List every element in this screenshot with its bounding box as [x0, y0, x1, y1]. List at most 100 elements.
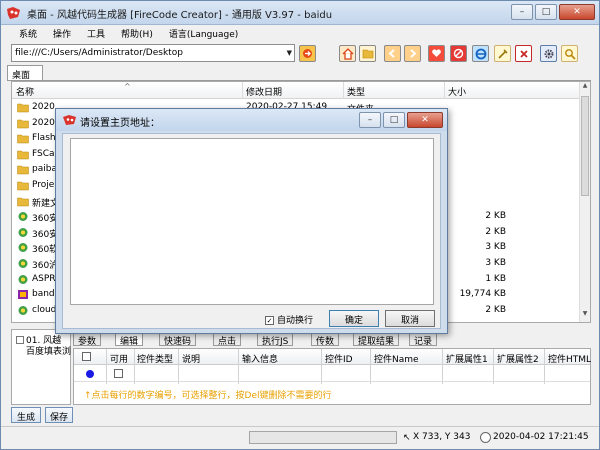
progress-bar	[249, 431, 397, 444]
address-dropdown-icon[interactable]: ▼	[287, 49, 292, 57]
folder-icon	[17, 103, 29, 113]
col-desc[interactable]: 说明	[182, 352, 200, 365]
col-control-id[interactable]: 控件ID	[325, 352, 353, 365]
current-row-indicator-icon	[86, 370, 94, 378]
app-logo-icon	[63, 115, 76, 125]
favorites-icon[interactable]	[428, 45, 445, 62]
grid-row[interactable]	[74, 366, 590, 382]
app-logo-icon	[7, 7, 20, 19]
app-icon	[18, 290, 28, 300]
file-size: 3 KB	[485, 242, 506, 253]
folder-icon	[17, 166, 29, 175]
menu-operation[interactable]: 操作	[45, 27, 79, 40]
file-size: 1 KB	[485, 273, 506, 284]
window-title: 桌面 - 风越代码生成器 [FireCode Creator] - 通用版 V3…	[27, 10, 333, 21]
col-html[interactable]: 控件HTML	[548, 352, 591, 365]
file-list-scrollbar[interactable]: ▲ ▼	[579, 82, 590, 322]
scroll-down-icon[interactable]: ▼	[580, 310, 590, 322]
address-input[interactable]: file:///C:/Users/Administrator/Desktop ▼	[11, 44, 295, 62]
ie-browser-icon[interactable]	[472, 45, 489, 62]
back-icon[interactable]	[384, 45, 401, 62]
generate-button[interactable]: 生成	[11, 407, 41, 423]
col-size[interactable]: 大小	[448, 85, 466, 98]
col-modified[interactable]: 修改日期	[246, 85, 282, 98]
col-type[interactable]: 类型	[347, 85, 365, 98]
col-enabled[interactable]: 可用	[110, 352, 128, 365]
control-grid[interactable]: 可用 控件类型 说明 输入信息 控件ID 控件Name 扩展属性1 扩展属性2 …	[73, 348, 591, 405]
dialog-close-button[interactable]: ✕	[407, 112, 443, 128]
col-name[interactable]: 名称	[16, 85, 34, 98]
file-name: bandi	[32, 289, 58, 300]
save-button[interactable]: 保存	[45, 407, 73, 423]
col-ext2[interactable]: 扩展属性2	[497, 352, 539, 365]
dialog-maximize-button[interactable]: □	[383, 112, 405, 128]
col-ext1[interactable]: 扩展属性1	[446, 352, 488, 365]
file-list-header: 名称 ^ 修改日期 类型 大小	[12, 82, 580, 99]
folder-open-icon[interactable]	[359, 45, 376, 62]
folder-icon	[17, 134, 29, 144]
auto-wrap-checkbox[interactable]: ✓ 自动换行	[265, 313, 313, 326]
shortcut-icon	[18, 274, 28, 284]
close-page-icon[interactable]	[515, 45, 532, 62]
task-list[interactable]: 01. 风越 百度填表浏	[11, 329, 71, 405]
stop-icon[interactable]	[450, 45, 467, 62]
go-icon[interactable]	[299, 45, 316, 62]
cursor-coordinates: X 733, Y 343	[413, 432, 471, 442]
title-bar[interactable]: 桌面 - 风越代码生成器 [FireCode Creator] - 通用版 V3…	[1, 1, 599, 25]
select-all-checkbox[interactable]	[82, 352, 91, 361]
toolbar: file:///C:/Users/Administrator/Desktop ▼	[1, 42, 599, 64]
task-checkbox[interactable]	[16, 336, 24, 344]
sort-ascending-icon: ^	[124, 82, 131, 91]
shortcut-icon	[18, 259, 28, 268]
maximize-button[interactable]: □	[535, 4, 557, 20]
settings-gear-icon[interactable]	[540, 45, 557, 62]
menu-language[interactable]: 语言(Language)	[161, 27, 246, 40]
dialog-minimize-button[interactable]: –	[359, 112, 381, 128]
file-name: 2020	[32, 102, 55, 112]
task-item-2[interactable]: 百度填表浏	[26, 344, 71, 357]
dialog-title: 请设置主页地址：	[80, 118, 160, 129]
status-bar: ↖ X 733, Y 343 2020-04-02 17:21:45	[1, 426, 599, 448]
scroll-thumb[interactable]	[581, 96, 589, 196]
tools-dropdown-icon[interactable]	[494, 45, 511, 62]
menu-help[interactable]: 帮助(H)	[113, 27, 161, 40]
file-size: 2 KB	[485, 226, 506, 237]
col-control-name[interactable]: 控件Name	[374, 352, 419, 365]
dialog-body: ✓ 自动换行 确定 取消	[62, 133, 441, 329]
homepage-dialog: 请设置主页地址： – □ ✕ ✓ 自动换行 确定 取消	[55, 108, 448, 334]
tab-desktop[interactable]: 桌面	[7, 65, 43, 81]
file-size: 19,774 KB	[459, 289, 506, 300]
file-size: 2 KB	[485, 304, 506, 315]
auto-wrap-check-icon[interactable]: ✓	[265, 316, 274, 325]
address-value: file:///C:/Users/Administrator/Desktop	[15, 48, 183, 58]
folder-icon	[17, 150, 29, 160]
close-button[interactable]: ✕	[559, 4, 595, 20]
col-input[interactable]: 输入信息	[242, 352, 278, 365]
file-name: cloud	[32, 304, 57, 315]
shortcut-icon	[18, 305, 28, 315]
file-size: 2 KB	[485, 211, 506, 222]
file-name: paiba	[32, 164, 57, 175]
menu-system[interactable]: 系统	[11, 27, 45, 40]
ok-button[interactable]: 确定	[329, 310, 379, 327]
status-datetime: 2020-04-02 17:21:45	[493, 432, 589, 442]
home-icon[interactable]	[339, 45, 356, 62]
shortcut-icon	[18, 243, 28, 253]
folder-icon	[17, 181, 29, 191]
cancel-button[interactable]: 取消	[385, 310, 435, 327]
grid-header: 可用 控件类型 说明 输入信息 控件ID 控件Name 扩展属性1 扩展属性2 …	[74, 349, 591, 365]
homepage-textarea[interactable]	[70, 138, 434, 305]
col-control-type[interactable]: 控件类型	[137, 352, 173, 365]
cursor-icon: ↖	[403, 433, 411, 443]
file-name: Proje	[32, 180, 55, 190]
forward-icon[interactable]	[404, 45, 421, 62]
dialog-title-bar[interactable]: 请设置主页地址： – □ ✕	[56, 109, 447, 131]
minimize-button[interactable]: –	[511, 4, 533, 20]
file-name: ASPR	[32, 273, 56, 284]
clock-icon	[480, 432, 491, 443]
row-enabled-checkbox[interactable]	[114, 369, 123, 378]
folder-icon	[17, 197, 29, 206]
menu-tools[interactable]: 工具	[79, 27, 113, 40]
scroll-up-icon[interactable]: ▲	[580, 82, 590, 94]
search-zoom-icon[interactable]	[561, 45, 578, 62]
